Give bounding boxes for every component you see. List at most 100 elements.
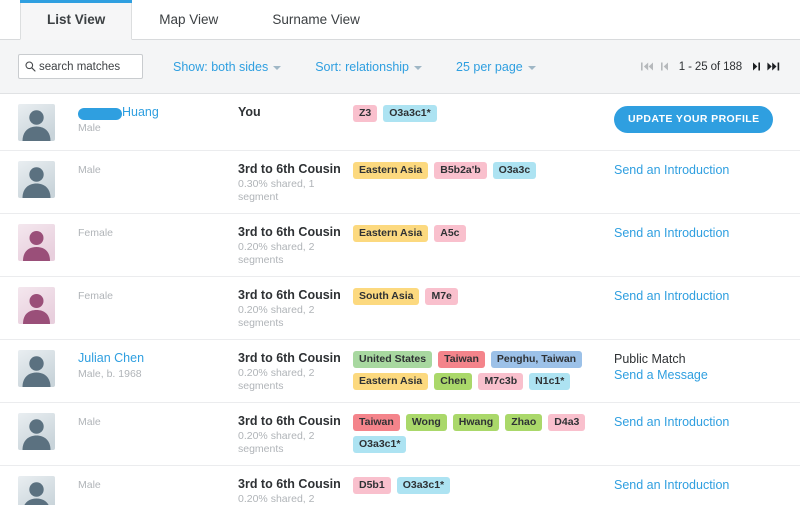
tag-region[interactable]: Eastern Asia <box>353 162 428 179</box>
match-relationship-cell: 3rd to 6th Cousin0.30% shared, 1 segment <box>238 160 353 204</box>
match-name-cell: Male <box>78 160 238 177</box>
match-action-cell: Send an Introduction <box>614 160 786 178</box>
send-an-introduction-link[interactable]: Send an Introduction <box>614 414 729 430</box>
filter-25-per-page[interactable]: 25 per page <box>456 60 536 74</box>
match-tags-cell: D5b1 O3a3c1* <box>353 475 614 494</box>
match-action-cell: Send an Introduction <box>614 412 786 430</box>
match-row[interactable]: Male3rd to 6th Cousin0.30% shared, 1 seg… <box>0 151 800 214</box>
match-name-cell: Julian ChenMale, b. 1968 <box>78 349 238 381</box>
tag-mtdna[interactable]: D5b1 <box>353 477 391 494</box>
tag-place-blue[interactable]: Penghu, Taiwan <box>491 351 582 368</box>
shared-dna-detail: 0.20% shared, 2 segments <box>238 241 320 267</box>
avatar[interactable] <box>18 413 55 450</box>
tab-list-view[interactable]: List View <box>20 0 132 40</box>
filter-sort[interactable]: Sort: relationship <box>315 60 422 74</box>
send-an-introduction-link[interactable]: Send an Introduction <box>614 225 729 241</box>
first-page-button[interactable] <box>641 61 654 72</box>
match-avatar-cell <box>18 103 78 141</box>
relationship-label: 3rd to 6th Cousin <box>238 351 353 366</box>
avatar[interactable] <box>18 104 55 141</box>
match-name-link[interactable]: Julian Chen <box>78 351 144 366</box>
send-an-introduction-link[interactable]: Send an Introduction <box>614 477 729 493</box>
filter-label: 25 per page <box>456 60 523 74</box>
match-action-cell: Send an Introduction <box>614 475 786 493</box>
send-an-introduction-link[interactable]: Send an Introduction <box>614 288 729 304</box>
tag-region[interactable]: Eastern Asia <box>353 373 428 390</box>
tag-surname[interactable]: Chen <box>434 373 472 390</box>
tag-mtdna[interactable]: D4a3 <box>548 414 585 431</box>
relationship-label: You <box>238 105 353 120</box>
match-row[interactable]: Male3rd to 6th Cousin0.20% shared, 2 seg… <box>0 466 800 505</box>
tag-mtdna[interactable]: B5b2a'b <box>434 162 486 179</box>
shared-dna-detail: 0.30% shared, 1 segment <box>238 178 320 204</box>
tab-map-view[interactable]: Map View <box>132 0 245 39</box>
send-an-introduction-link[interactable]: Send an Introduction <box>614 162 729 178</box>
tag-ydna[interactable]: N1c1* <box>529 373 570 390</box>
update-your-profile-button[interactable]: UPDATE YOUR PROFILE <box>614 106 773 133</box>
avatar[interactable] <box>18 350 55 387</box>
match-demographics: Male <box>78 478 238 492</box>
filter-show[interactable]: Show: both sides <box>173 60 281 74</box>
previous-page-button[interactable] <box>661 61 669 72</box>
avatar[interactable] <box>18 224 55 261</box>
relationship-label: 3rd to 6th Cousin <box>238 477 353 492</box>
matches-list: HuangMaleYouZ3O3a3c1*UPDATE YOUR PROFILE… <box>0 94 800 505</box>
view-tab-bar: List ViewMap View Surname View <box>0 0 800 40</box>
match-name-link[interactable]: Huang <box>122 105 159 120</box>
send-a-message-link[interactable]: Send a Message <box>614 367 708 383</box>
match-relationship-cell: You <box>238 103 353 120</box>
search-input[interactable]: search matches <box>18 54 143 79</box>
match-row[interactable]: Female3rd to 6th Cousin0.20% shared, 2 s… <box>0 214 800 277</box>
match-row[interactable]: Julian ChenMale, b. 19683rd to 6th Cousi… <box>0 340 800 403</box>
chevron-down-icon <box>273 66 281 70</box>
match-name-cell: Male <box>78 412 238 429</box>
tag-country-red[interactable]: Taiwan <box>438 351 485 368</box>
avatar[interactable] <box>18 476 55 505</box>
match-name-cell: Female <box>78 223 238 240</box>
tag-region[interactable]: South Asia <box>353 288 419 305</box>
tag-mtdna[interactable]: Z3 <box>353 105 377 122</box>
tag-ydna[interactable]: O3a3c1* <box>383 105 436 122</box>
relationship-label: 3rd to 6th Cousin <box>238 225 353 240</box>
page-range-label: 1 - 25 of 188 <box>679 61 742 73</box>
next-page-button[interactable] <box>752 61 760 72</box>
tag-mtdna[interactable]: M7c3b <box>478 373 523 390</box>
search-icon <box>25 61 36 72</box>
match-relationship-cell: 3rd to 6th Cousin0.20% shared, 2 segment… <box>238 223 353 267</box>
tag-mtdna[interactable]: A5c <box>434 225 465 242</box>
match-type-label: Public Match <box>614 351 686 367</box>
match-demographics: Female <box>78 289 238 303</box>
tag-surname[interactable]: Wong <box>406 414 447 431</box>
match-relationship-cell: 3rd to 6th Cousin0.20% shared, 2 segment… <box>238 412 353 456</box>
tag-mtdna[interactable]: M7e <box>425 288 457 305</box>
last-page-button[interactable] <box>767 61 780 72</box>
tag-region[interactable]: Eastern Asia <box>353 225 428 242</box>
match-row[interactable]: Male3rd to 6th Cousin0.20% shared, 2 seg… <box>0 403 800 466</box>
match-row[interactable]: HuangMaleYouZ3 O3a3c1* UPDATE YOUR PROFILE <box>0 94 800 151</box>
tag-surname[interactable]: Zhao <box>505 414 542 431</box>
avatar[interactable] <box>18 161 55 198</box>
match-tags-cell: Z3 O3a3c1* <box>353 103 614 122</box>
tag-ydna[interactable]: O3a3c <box>493 162 537 179</box>
redacted-name-bar <box>78 108 122 120</box>
tab-surname-view[interactable]: Surname View <box>245 0 387 39</box>
match-demographics: Male <box>78 121 238 135</box>
match-relationship-cell: 3rd to 6th Cousin0.20% shared, 2 segment… <box>238 475 353 505</box>
relationship-label: 3rd to 6th Cousin <box>238 162 353 177</box>
match-tags-cell: Taiwan Wong Hwang Zhao D4a3 O3a3c1* <box>353 412 614 453</box>
match-demographics: Female <box>78 226 238 240</box>
tag-surname[interactable]: Hwang <box>453 414 499 431</box>
chevron-down-icon <box>528 66 536 70</box>
avatar[interactable] <box>18 287 55 324</box>
match-avatar-cell <box>18 223 78 261</box>
match-demographics: Male <box>78 163 238 177</box>
tab-label: Surname View <box>272 12 360 27</box>
tag-ydna[interactable]: O3a3c1* <box>397 477 450 494</box>
tag-country-red[interactable]: Taiwan <box>353 414 400 431</box>
match-tags-cell: South Asia M7e <box>353 286 614 305</box>
match-relationship-cell: 3rd to 6th Cousin0.20% shared, 2 segment… <box>238 349 353 393</box>
tag-country-green[interactable]: United States <box>353 351 432 368</box>
match-row[interactable]: Female3rd to 6th Cousin0.20% shared, 2 s… <box>0 277 800 340</box>
tag-ydna[interactable]: O3a3c1* <box>353 436 406 453</box>
match-name-line: Huang <box>78 105 238 120</box>
